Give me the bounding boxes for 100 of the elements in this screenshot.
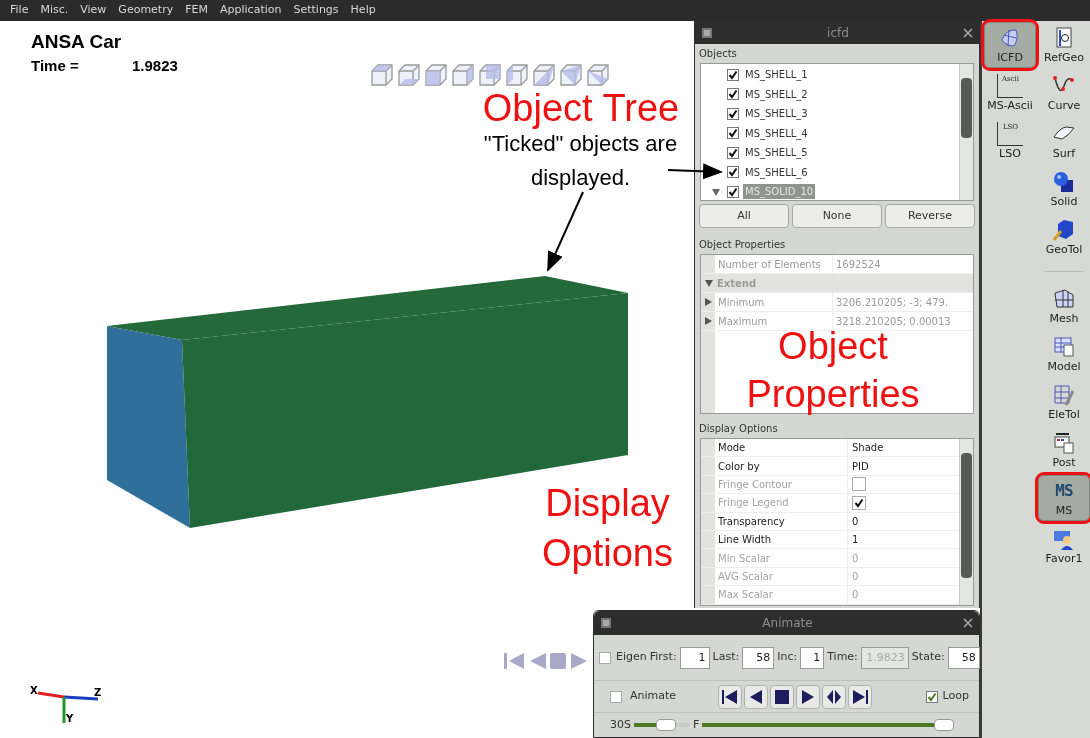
option-name: Max Scalar	[715, 586, 848, 604]
module-label: Solid	[1050, 195, 1078, 208]
stop-button[interactable]	[770, 684, 794, 709]
field-label: State:	[911, 649, 945, 666]
option-name: Transparency	[715, 512, 848, 530]
module-button[interactable]: EleTol	[1038, 379, 1090, 425]
module-label: GeoTol	[1045, 243, 1083, 256]
field-label: Last:	[712, 649, 740, 666]
tree-item[interactable]: MS_SHELL_5	[743, 145, 810, 161]
mesh-grid-icon	[1052, 287, 1076, 311]
expand-arrow-icon[interactable]	[703, 297, 713, 307]
module-label: Favor1	[1045, 552, 1083, 565]
skip-start-icon[interactable]	[503, 651, 525, 671]
checkbox[interactable]	[727, 68, 739, 81]
checkbox[interactable]	[727, 146, 739, 159]
property-name: Minimum	[715, 293, 833, 311]
select-button[interactable]: All	[699, 204, 789, 228]
checkbox[interactable]	[727, 88, 739, 101]
scrollbar[interactable]	[959, 439, 973, 605]
view-cube-icon[interactable]	[423, 62, 449, 88]
module-button[interactable]: Solid	[1038, 166, 1090, 212]
expand-arrow-icon[interactable]	[704, 278, 714, 288]
tree-item[interactable]: MS_SHELL_4	[743, 125, 810, 141]
option-name: Min Scalar	[715, 549, 848, 567]
tree-item[interactable]: MS_SHELL_3	[743, 106, 810, 122]
menu-item[interactable]: FEM	[185, 2, 208, 19]
scrollbar[interactable]	[959, 64, 973, 200]
property-name: Maximum	[715, 312, 833, 330]
sphere-cube-icon	[1052, 170, 1076, 194]
tree-item[interactable]: MS_SHELL_1	[743, 67, 810, 83]
select-button[interactable]: Reverse	[885, 204, 975, 228]
view-cube-icon[interactable]	[477, 62, 503, 88]
step-back-button[interactable]	[744, 684, 768, 709]
number-field[interactable]: 1	[800, 646, 825, 669]
checkbox[interactable]	[925, 690, 938, 703]
option-value: Shade	[852, 441, 884, 456]
annotation-arrow	[667, 163, 723, 180]
checkbox[interactable]	[727, 185, 739, 198]
property-name: Number of Elements	[715, 255, 833, 273]
bounce-button[interactable]	[822, 684, 846, 709]
checkbox[interactable]	[610, 690, 622, 703]
field-label: Time:	[827, 649, 858, 666]
option-name: Line Width	[715, 530, 848, 549]
module-button[interactable]: ICFD	[984, 22, 1036, 68]
checkbox-label: Animate	[630, 688, 678, 705]
module-label: Post	[1052, 456, 1076, 469]
module-button[interactable]: Favor1	[1038, 523, 1090, 569]
axis-label: X	[30, 684, 38, 698]
number-field[interactable]: 58	[947, 646, 980, 669]
tree-item[interactable]: MS_SHELL_2	[743, 86, 810, 102]
close-icon[interactable]	[963, 27, 973, 38]
option-name: Fringe Legend	[715, 494, 848, 512]
option-name: AVG Scalar	[715, 567, 848, 586]
checkbox[interactable]	[599, 651, 611, 664]
module-label: LSO	[999, 147, 1021, 160]
module-label: MS-Ascii	[987, 99, 1033, 112]
module-button[interactable]: RefGeo	[1038, 22, 1090, 68]
model-title: ANSA Car	[31, 31, 122, 53]
module-button[interactable]: Curve	[1038, 70, 1090, 116]
menu-item[interactable]: Settings	[293, 2, 339, 19]
logo-text-icon: MS	[1051, 479, 1077, 503]
menu-item[interactable]: Application	[220, 2, 282, 19]
checkbox[interactable]	[727, 107, 739, 120]
checkbox[interactable]	[727, 127, 739, 140]
panel-title: icfd	[826, 24, 850, 42]
play-button[interactable]	[796, 684, 820, 709]
close-icon[interactable]	[963, 618, 973, 628]
option-value: PID	[852, 459, 869, 474]
number-field[interactable]: 58	[742, 646, 775, 669]
skip-end-button[interactable]	[848, 684, 872, 709]
module-button[interactable]: MS MS	[1038, 475, 1090, 521]
select-button[interactable]: None	[792, 204, 882, 228]
expand-arrow-icon[interactable]	[711, 186, 721, 197]
checkbox[interactable]	[727, 166, 739, 179]
menu-item[interactable]: Geometry	[118, 2, 174, 19]
module-button[interactable]: GeoTol	[1038, 214, 1090, 260]
tree-item[interactable]: MS_SHELL_6	[743, 164, 810, 180]
module-label: Mesh	[1049, 312, 1079, 325]
module-button[interactable]: Model	[1038, 331, 1090, 377]
skip-start-button[interactable]	[718, 684, 742, 709]
menu-item[interactable]: File	[10, 2, 29, 19]
option-value: 0	[852, 569, 859, 584]
section-label: Display Options	[699, 422, 779, 436]
cube-wrench-icon	[1052, 218, 1076, 242]
module-button[interactable]: Mesh	[1038, 283, 1090, 329]
menu-item[interactable]: Help	[350, 2, 376, 19]
option-name: Fringe Contour	[715, 475, 848, 494]
menu-item[interactable]: View	[80, 2, 107, 19]
module-button[interactable]: Post	[1038, 427, 1090, 473]
field-label: Inc:	[777, 649, 798, 666]
expand-arrow-icon[interactable]	[703, 316, 713, 326]
module-button[interactable]: Surf	[1038, 118, 1090, 164]
menu-item[interactable]: Misc.	[40, 2, 69, 19]
annotation-note: "Ticked" objects are displayed.	[482, 130, 679, 192]
section-label: Objects	[699, 47, 738, 61]
module-label: Curve	[1047, 99, 1081, 112]
option-name: Mode	[715, 439, 848, 457]
number-field[interactable]: 1	[679, 646, 710, 669]
module-label: MS	[1055, 504, 1073, 517]
option-name: Color by	[715, 457, 848, 475]
